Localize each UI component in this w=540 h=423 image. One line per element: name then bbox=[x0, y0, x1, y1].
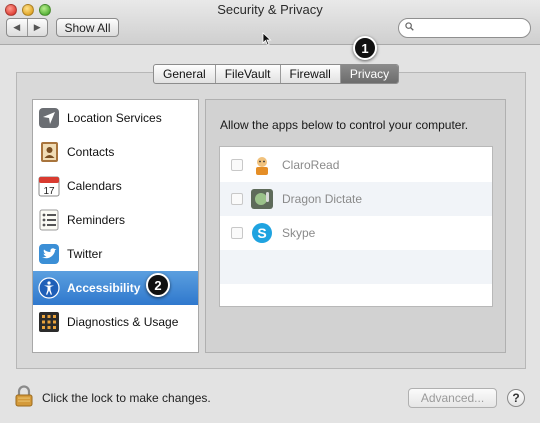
search-field[interactable] bbox=[398, 18, 531, 38]
mouse-pointer-icon bbox=[262, 32, 272, 46]
sidebar-item-accessibility[interactable]: Accessibility bbox=[33, 271, 198, 305]
tab-privacy[interactable]: Privacy bbox=[339, 65, 399, 83]
dragon-dictate-checkbox[interactable] bbox=[231, 193, 243, 205]
calendar-icon: 17 bbox=[38, 176, 60, 197]
search-input[interactable] bbox=[419, 21, 528, 37]
dragon-dictate-icon bbox=[251, 189, 273, 209]
step-badge-2: 2 bbox=[146, 273, 170, 297]
skype-checkbox[interactable] bbox=[231, 227, 243, 239]
sidebar-item-location-services[interactable]: Location Services bbox=[33, 101, 198, 135]
sidebar-item-twitter[interactable]: Twitter bbox=[33, 237, 198, 271]
back-forward-group: ◀ ▶ bbox=[6, 18, 48, 37]
sidebar-item-diagnostics-usage[interactable]: Diagnostics & Usage bbox=[33, 305, 198, 339]
lock-instruction-text: Click the lock to make changes. bbox=[42, 391, 211, 405]
sidebar-item-label: Reminders bbox=[67, 213, 126, 227]
sidebar-item-contacts[interactable]: Contacts bbox=[33, 135, 198, 169]
sidebar-item-label: Location Services bbox=[67, 111, 162, 125]
window-title: Security & Privacy bbox=[217, 2, 323, 17]
show-all-button[interactable]: Show All bbox=[56, 18, 119, 37]
help-button[interactable]: ? bbox=[507, 389, 525, 407]
accessibility-person-icon bbox=[38, 277, 60, 299]
app-list: ClaroRead Dragon Dictate S Skype bbox=[219, 146, 493, 307]
app-name: Dragon Dictate bbox=[282, 192, 363, 206]
back-button[interactable]: ◀ bbox=[7, 19, 27, 36]
diagnostics-grid-icon bbox=[39, 312, 59, 332]
sidebar-item-label: Contacts bbox=[67, 145, 115, 159]
claroread-icon bbox=[256, 157, 268, 175]
svg-text:S: S bbox=[257, 225, 266, 241]
step-badge-1: 1 bbox=[353, 36, 377, 60]
contacts-book-icon bbox=[41, 142, 58, 162]
security-privacy-window: Security & Privacy ◀ ▶ Show All General … bbox=[0, 0, 540, 423]
tab-general[interactable]: General bbox=[154, 65, 215, 83]
claroread-checkbox[interactable] bbox=[231, 159, 243, 171]
app-row-claroread: ClaroRead bbox=[220, 148, 492, 182]
svg-text:17: 17 bbox=[43, 186, 55, 197]
twitter-bird-icon bbox=[39, 244, 59, 264]
app-name: Skype bbox=[282, 226, 316, 240]
tab-filevault[interactable]: FileVault bbox=[214, 65, 280, 83]
forward-button[interactable]: ▶ bbox=[26, 19, 48, 36]
app-row-skype: S Skype bbox=[220, 216, 492, 250]
sidebar-item-reminders[interactable]: Reminders bbox=[33, 203, 198, 237]
advanced-button[interactable]: Advanced... bbox=[408, 388, 497, 408]
tab-bar: General FileVault Firewall Privacy bbox=[153, 64, 400, 84]
title-bar: Security & Privacy ◀ ▶ Show All bbox=[0, 0, 540, 46]
app-name: ClaroRead bbox=[282, 158, 340, 172]
lock-icon[interactable] bbox=[14, 385, 34, 407]
reminders-list-icon bbox=[39, 209, 59, 231]
tab-firewall[interactable]: Firewall bbox=[279, 65, 340, 83]
sidebar-item-label: Accessibility bbox=[67, 281, 141, 295]
search-icon bbox=[405, 22, 414, 31]
sidebar-item-label: Diagnostics & Usage bbox=[67, 315, 179, 329]
skype-icon: S bbox=[252, 223, 272, 243]
app-row-dragon-dictate: Dragon Dictate bbox=[220, 182, 492, 216]
location-arrow-icon bbox=[39, 108, 59, 128]
content-heading: Allow the apps below to control your com… bbox=[220, 118, 469, 132]
privacy-sidebar-list: Location Services Contacts 17 Calendars bbox=[32, 99, 199, 353]
sidebar-item-calendars[interactable]: 17 Calendars bbox=[33, 169, 198, 203]
sidebar-item-label: Twitter bbox=[67, 247, 103, 261]
empty-list-row bbox=[220, 250, 492, 284]
sidebar-item-label: Calendars bbox=[67, 179, 122, 193]
